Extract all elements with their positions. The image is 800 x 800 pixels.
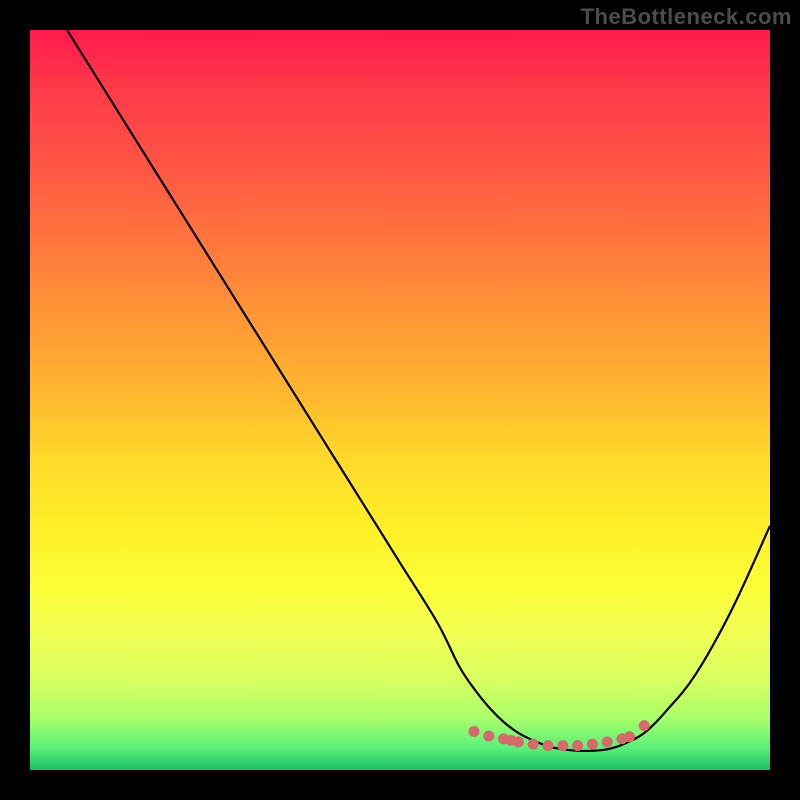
chart-frame: TheBottleneck.com xyxy=(0,0,800,800)
highlight-dot xyxy=(624,731,635,742)
highlight-dot xyxy=(513,736,524,747)
highlight-dot xyxy=(557,740,568,751)
highlight-dot xyxy=(528,739,539,750)
highlight-dot xyxy=(587,739,598,750)
highlight-dot xyxy=(483,731,494,742)
highlight-dot xyxy=(639,720,650,731)
highlight-dot xyxy=(543,740,554,751)
watermark-text: TheBottleneck.com xyxy=(581,4,792,30)
gradient-plot-area xyxy=(30,30,770,770)
highlight-dot xyxy=(602,736,613,747)
curve-svg xyxy=(30,30,770,770)
curve-dots-group xyxy=(469,720,650,751)
bottleneck-curve xyxy=(67,30,770,751)
highlight-dot xyxy=(572,740,583,751)
highlight-dot xyxy=(469,726,480,737)
